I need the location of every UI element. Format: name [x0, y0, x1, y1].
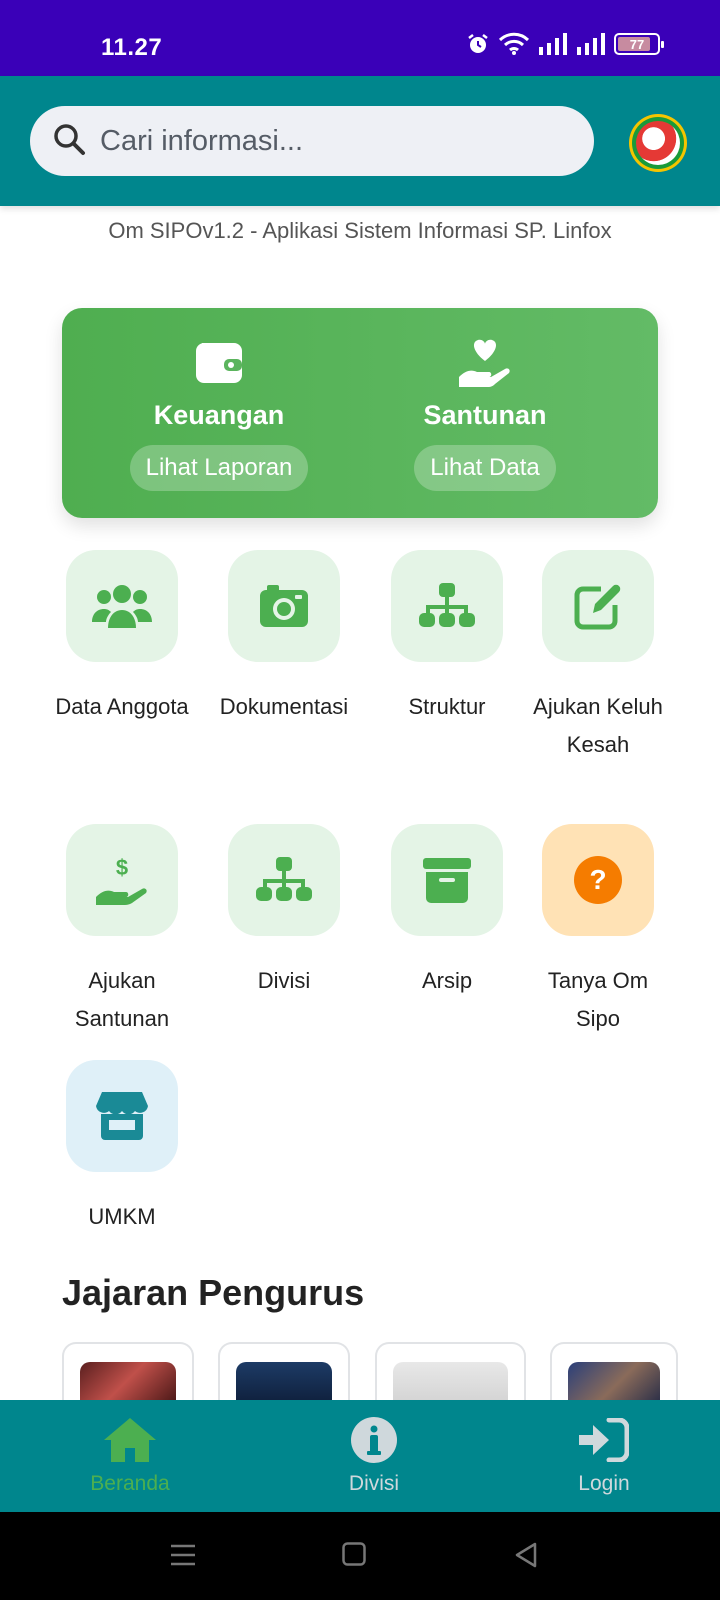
hand-heart-icon — [345, 336, 625, 388]
menu-label: Data Anggota — [55, 694, 189, 719]
menu-tile[interactable] — [542, 550, 654, 662]
menu-item-tanya-om-sipo[interactable]: ? Tanya Om Sipo — [523, 824, 673, 1038]
menu-tile[interactable] — [228, 824, 340, 936]
system-nav — [0, 1512, 720, 1600]
archive-icon — [423, 858, 471, 903]
menu-item-dokumentasi[interactable]: Dokumentasi — [209, 550, 359, 726]
menu-tile[interactable] — [391, 550, 503, 662]
nav-label: Beranda — [90, 1472, 170, 1495]
menu-label: UMKM — [88, 1204, 156, 1229]
nav-login[interactable]: Login — [534, 1414, 674, 1496]
menu-label: Tanya Om Sipo — [547, 968, 649, 1031]
bottom-nav: Beranda Divisi Login — [0, 1400, 720, 1512]
battery-level: 77 — [629, 36, 645, 52]
users-icon — [92, 585, 152, 628]
login-icon — [534, 1414, 674, 1466]
menu-label: Arsip — [421, 968, 473, 993]
home-icon — [60, 1414, 200, 1466]
signal-icon — [576, 33, 606, 55]
battery-icon: 77 — [614, 33, 664, 55]
home-button-icon[interactable] — [342, 1542, 366, 1571]
menu-label: Divisi — [257, 968, 311, 993]
nav-label: Divisi — [348, 1472, 400, 1495]
nav-beranda[interactable]: Beranda — [60, 1414, 200, 1496]
search-icon — [52, 122, 86, 161]
search-input[interactable] — [100, 124, 540, 158]
avatar[interactable] — [629, 114, 687, 172]
search-bar[interactable] — [30, 106, 594, 176]
menu-label: Ajukan Santunan — [74, 968, 170, 1031]
logo-icon — [636, 121, 680, 165]
menu-item-struktur[interactable]: Struktur — [372, 550, 522, 726]
menu-tile[interactable] — [391, 824, 503, 936]
menu-label: Struktur — [408, 694, 486, 719]
feature-card: Keuangan Lihat Laporan Santunan Lihat Da… — [62, 308, 658, 518]
svg-text:$: $ — [116, 855, 128, 880]
menu-icon[interactable] — [170, 1542, 196, 1573]
hand-dollar-icon: $ — [96, 855, 147, 905]
menu-tile[interactable] — [228, 550, 340, 662]
alarm-icon — [466, 32, 490, 56]
sitemap-icon — [256, 857, 312, 901]
store-icon — [96, 1092, 148, 1140]
sitemap-icon — [419, 583, 475, 627]
svg-text:?: ? — [589, 864, 606, 895]
menu-item-data-anggota[interactable]: Data Anggota — [47, 550, 197, 726]
app-header — [0, 76, 720, 206]
app-subtitle: Om SIPOv1.2 - Aplikasi Sistem Informasi … — [108, 218, 612, 243]
menu-item-umkm[interactable]: UMKM — [47, 1060, 197, 1236]
camera-icon — [260, 585, 308, 627]
menu-item-arsip[interactable]: Arsip — [372, 824, 522, 1000]
nav-label: Login — [578, 1472, 630, 1495]
nav-divisi[interactable]: Divisi — [304, 1414, 444, 1496]
menu-item-ajukan-keluh-kesah[interactable]: Ajukan Keluh Kesah — [523, 550, 673, 764]
wallet-icon — [79, 336, 359, 388]
feature-santunan[interactable]: Santunan Lihat Data — [345, 336, 625, 491]
edit-icon — [574, 584, 621, 630]
feature-title: Keuangan — [153, 400, 285, 430]
menu-tile[interactable] — [66, 550, 178, 662]
menu-label: Dokumentasi — [219, 694, 349, 719]
menu-tile[interactable]: $ — [66, 824, 178, 936]
question-icon: ? — [574, 856, 622, 904]
menu-item-ajukan-santunan[interactable]: $ Ajukan Santunan — [47, 824, 197, 1038]
lihat-laporan-button[interactable]: Lihat Laporan — [129, 445, 309, 491]
menu-tile[interactable] — [66, 1060, 178, 1172]
back-icon[interactable] — [514, 1542, 538, 1573]
section-title: Jajaran Pengurus — [62, 1272, 365, 1313]
feature-title: Santunan — [423, 400, 547, 430]
status-bar: 11.27 77 — [0, 0, 720, 76]
menu-item-divisi[interactable]: Divisi — [209, 824, 359, 1000]
signal-icon — [538, 33, 568, 55]
menu-label: Ajukan Keluh Kesah — [533, 694, 663, 757]
status-time: 11.27 — [101, 34, 163, 61]
lihat-data-button[interactable]: Lihat Data — [414, 445, 556, 491]
wifi-icon — [498, 32, 530, 56]
feature-keuangan[interactable]: Keuangan Lihat Laporan — [79, 336, 359, 491]
status-icons: 77 — [466, 32, 664, 56]
menu-tile[interactable]: ? — [542, 824, 654, 936]
info-icon — [304, 1414, 444, 1466]
